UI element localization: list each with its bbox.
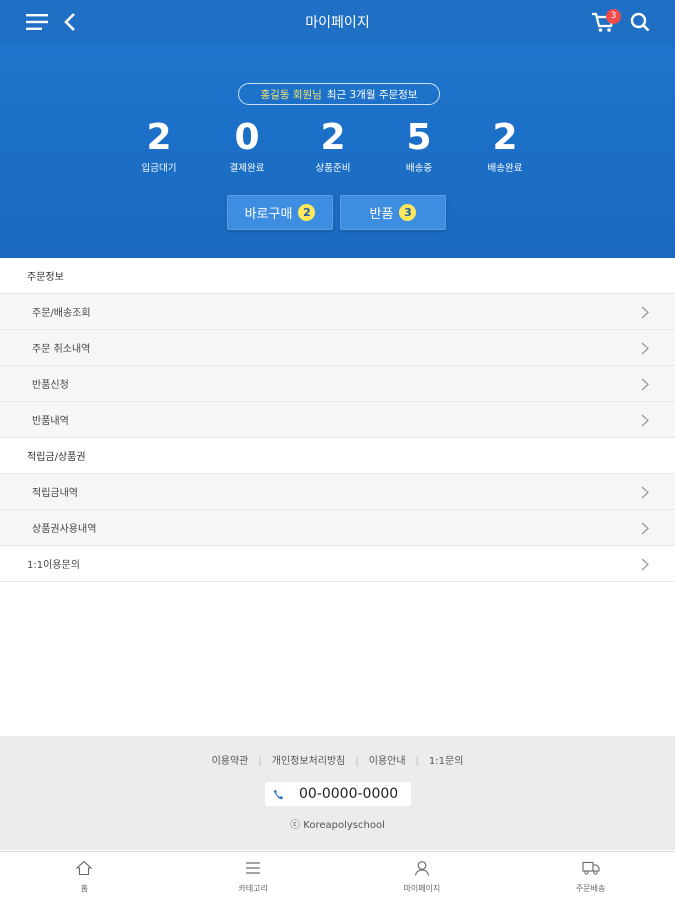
count-value: 2 [320, 117, 346, 158]
count-pending-deposit[interactable]: 2 입금대기 [119, 117, 199, 175]
truck-icon [582, 859, 600, 877]
button-label: 바로구매 [244, 207, 293, 222]
count-value: 2 [492, 117, 518, 158]
chevron-right-icon [638, 485, 652, 499]
order-period-pill: 홍길동 회원님 최근 3개월 주문정보 [238, 83, 440, 105]
chevron-right-icon [638, 305, 652, 319]
divider: | [355, 756, 359, 767]
divider: | [258, 756, 262, 767]
phone-number-box[interactable]: 00-0000-0000 [265, 782, 411, 806]
home-icon [76, 859, 93, 877]
site-footer: 이용약관 | 개인정보처리방침 | 이용안내 | 1:1문의 00-0000-0000 ⓒ … [0, 736, 675, 850]
list-item-label: 상품권사용내역 [32, 524, 97, 535]
footer-link-guide[interactable]: 이용안내 [369, 756, 406, 767]
order-summary-panel: 홍길동 회원님 최근 3개월 주문정보 2 입금대기 0 결제완료 2 상품준비… [0, 44, 675, 258]
list-item-return-request[interactable]: 반품신청 [0, 366, 675, 402]
bottom-navigation: 홈 카테고리 마이페이지 주문배송 [0, 851, 675, 900]
list-item-order-tracking[interactable]: 주문/배송조회 [0, 294, 675, 330]
count-label: 상품준비 [315, 163, 351, 174]
count-label: 결제완료 [229, 163, 265, 174]
count-value: 0 [234, 117, 260, 158]
nav-label: 주문배송 [575, 884, 606, 893]
category-icon [245, 859, 261, 877]
section-header-order-info: 주문정보 [0, 258, 675, 294]
nav-label: 홈 [80, 884, 89, 893]
count-delivered[interactable]: 2 배송완료 [465, 117, 545, 175]
nav-label: 카테고리 [238, 884, 268, 893]
list-item-voucher-history[interactable]: 상품권사용내역 [0, 510, 675, 546]
back-icon[interactable] [60, 0, 80, 44]
nav-order-delivery[interactable]: 주문배송 [506, 852, 675, 900]
period-text: 최근 3개월 주문정보 [326, 88, 418, 101]
section-header-points: 적립금/상품권 [0, 438, 675, 474]
count-label: 배송완료 [487, 163, 523, 174]
count-label: 입금대기 [141, 163, 177, 174]
user-name: 홍길동 회원님 [260, 88, 322, 101]
button-label: 반품 [369, 207, 394, 222]
count-badge: 3 [399, 204, 417, 221]
count-shipping[interactable]: 5 배송중 [379, 117, 459, 175]
list-item-points-history[interactable]: 적립금내역 [0, 474, 675, 510]
list-item-label: 적립금내역 [32, 488, 78, 499]
nav-mypage[interactable]: 마이페이지 [338, 852, 507, 900]
search-icon[interactable] [628, 0, 652, 44]
list-item-cancel-history[interactable]: 주문 취소내역 [0, 330, 675, 366]
list-item-label: 반품내역 [32, 416, 69, 427]
phone-number: 00-0000-0000 [299, 786, 399, 802]
copyright-text: ⓒ Koreapolyschool [290, 820, 385, 831]
chevron-right-icon [638, 521, 652, 535]
list-item-inquiry[interactable]: 1:1이용문의 [0, 546, 675, 582]
list-item-label: 주문/배송조회 [32, 308, 91, 319]
page-title: 마이페이지 [305, 15, 370, 31]
divider: | [415, 756, 419, 767]
nav-category[interactable]: 카테고리 [169, 852, 338, 900]
list-item-label: 반품신청 [32, 380, 69, 391]
chevron-right-icon [638, 341, 652, 355]
cart-count-badge: 3 [606, 9, 621, 24]
phone-icon [273, 787, 287, 801]
count-badge: 2 [298, 204, 316, 221]
footer-link-terms[interactable]: 이용약관 [212, 756, 249, 767]
chevron-right-icon [638, 557, 652, 571]
list-item-label: 1:1이용문의 [27, 560, 80, 571]
app-header: 마이페이지 3 [0, 0, 675, 44]
list-item-return-history[interactable]: 반품내역 [0, 402, 675, 438]
footer-link-privacy[interactable]: 개인정보처리방침 [272, 756, 346, 767]
list-item-label: 주문 취소내역 [32, 344, 91, 355]
count-value: 5 [406, 117, 432, 158]
footer-link-inquiry[interactable]: 1:1문의 [429, 756, 464, 767]
count-value: 2 [146, 117, 172, 158]
nav-label: 마이페이지 [403, 884, 441, 893]
chevron-right-icon [638, 413, 652, 427]
chevron-right-icon [638, 377, 652, 391]
return-button[interactable]: 반품 3 [340, 195, 446, 230]
menu-icon[interactable] [24, 0, 50, 44]
footer-links: 이용약관 | 개인정보처리방침 | 이용안내 | 1:1문의 [0, 752, 675, 767]
user-icon [414, 859, 430, 877]
direct-purchase-button[interactable]: 바로구매 2 [227, 195, 333, 230]
count-payment-complete[interactable]: 0 결제완료 [207, 117, 287, 175]
nav-home[interactable]: 홈 [0, 852, 169, 900]
count-label: 배송중 [405, 163, 433, 174]
count-preparing[interactable]: 2 상품준비 [293, 117, 373, 175]
